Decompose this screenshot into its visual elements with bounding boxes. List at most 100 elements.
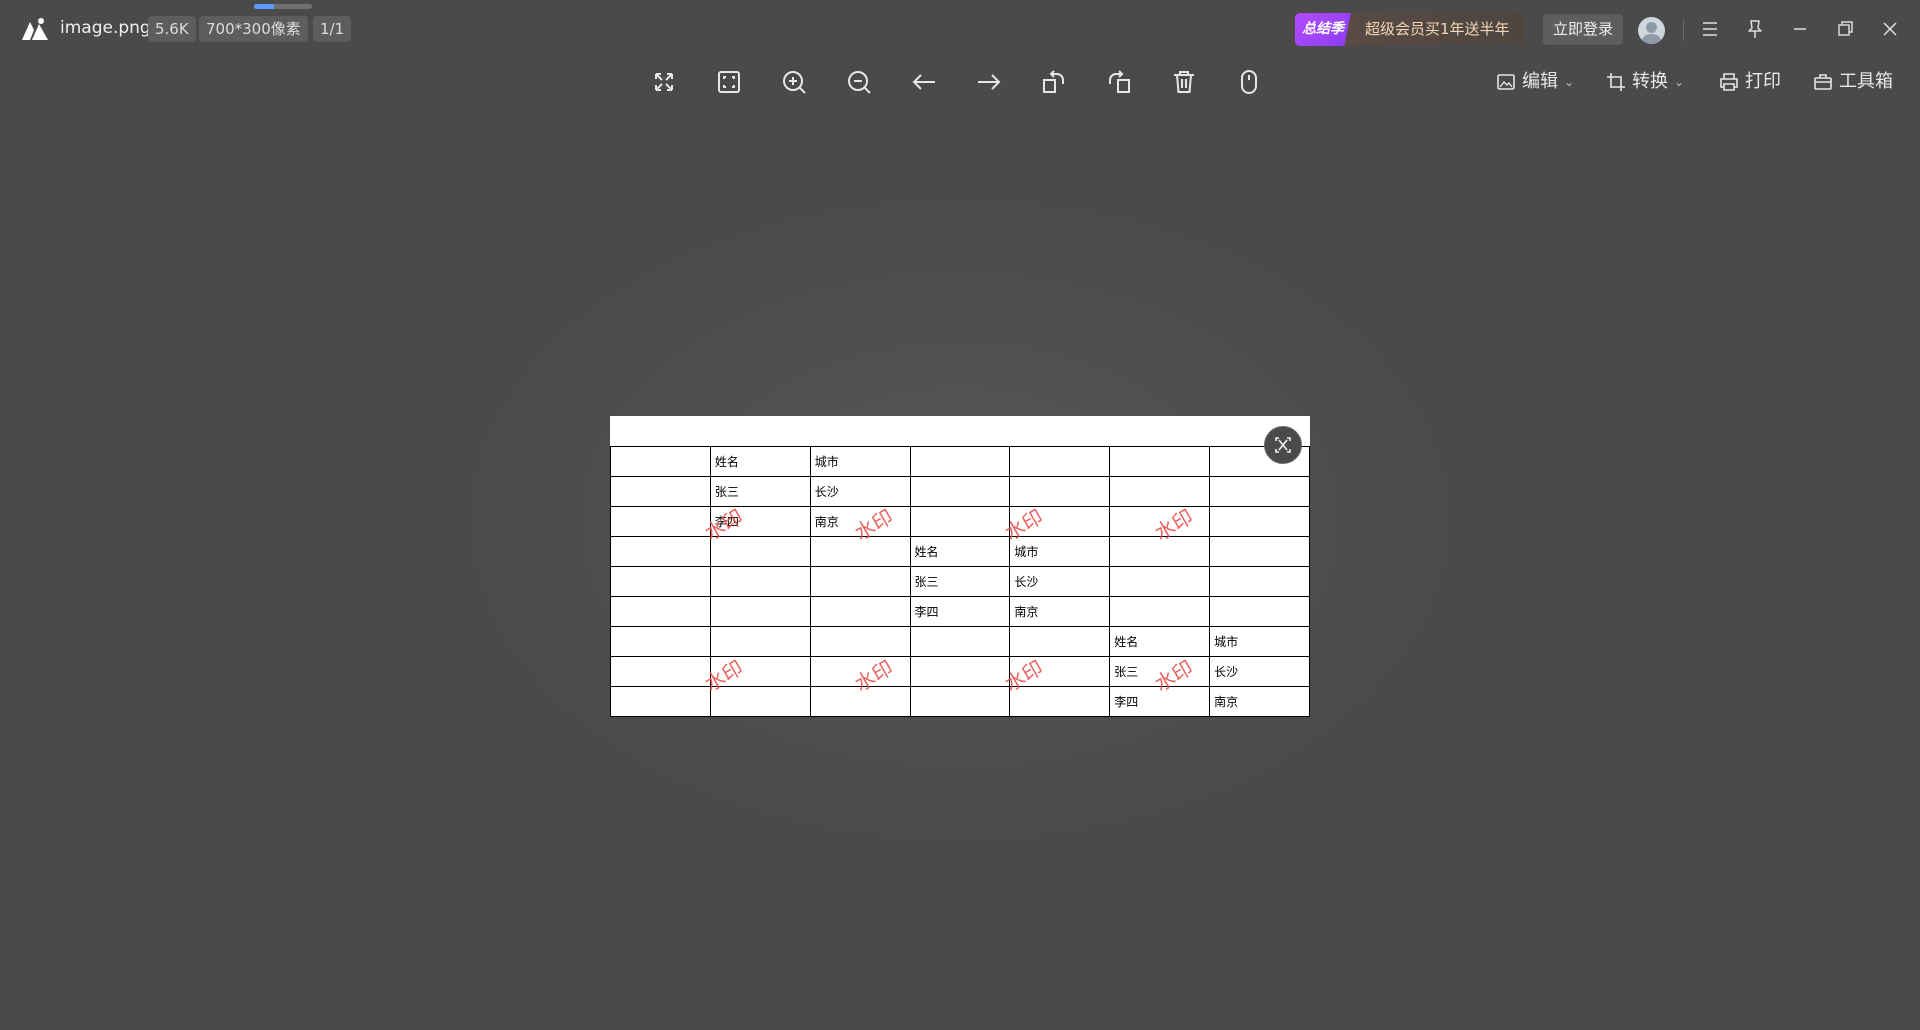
table-cell (1209, 596, 1310, 627)
table-row: 张三 长沙 (610, 476, 1310, 507)
table-cell (809, 686, 911, 717)
table-cell: 李四 (909, 596, 1011, 627)
table-cell: 张三 (909, 566, 1011, 597)
convert-label: 转换 (1632, 71, 1668, 92)
pin-icon[interactable] (1742, 16, 1768, 42)
table-cell: 姓名 (1109, 626, 1211, 657)
actual-size-icon[interactable] (713, 66, 745, 98)
chevron-down-icon: ⌄ (1564, 75, 1575, 89)
minimize-icon[interactable] (1787, 16, 1813, 42)
table-cell (1009, 626, 1111, 657)
table-cell (709, 656, 811, 687)
image-table: 姓名 城市 张三 长沙 李四 南京 姓名 城市 张三 长沙 李四 南京 姓名 城市 张三 长沙 李四 南京 (610, 446, 1310, 717)
zoom-out-icon[interactable] (843, 66, 875, 98)
load-progress-fill (254, 4, 275, 9)
convert-menu[interactable]: 转换 ⌄ (1606, 68, 1684, 96)
toolbox-label: 工具箱 (1839, 71, 1893, 92)
close-icon[interactable] (1877, 16, 1903, 42)
table-cell (610, 476, 711, 507)
zoom-in-icon[interactable] (778, 66, 810, 98)
delete-icon[interactable] (1168, 66, 1200, 98)
table-cell (1109, 536, 1211, 567)
table-cell: 南京 (1009, 596, 1111, 627)
table-row: 张三 长沙 (610, 566, 1310, 597)
fit-window-icon[interactable] (648, 66, 680, 98)
promo-badge: 总结季 (1295, 13, 1351, 46)
ocr-button[interactable] (1264, 426, 1302, 464)
promo-text: 超级会员买1年送半年 (1365, 20, 1510, 38)
table-cell (809, 626, 911, 657)
dimensions-chip: 700*300像素 (199, 16, 308, 42)
table-cell (709, 686, 811, 717)
table-cell (909, 446, 1011, 477)
table-cell (709, 596, 811, 627)
table-row: 李四 南京 (610, 596, 1310, 627)
table-cell (809, 656, 911, 687)
table-cell (809, 596, 911, 627)
table-cell (610, 536, 711, 567)
table-cell (1009, 506, 1111, 537)
table-cell (1009, 476, 1111, 507)
table-cell: 姓名 (709, 446, 811, 477)
menu-icon[interactable] (1697, 16, 1723, 42)
table-cell (1109, 506, 1211, 537)
table-cell (909, 626, 1011, 657)
table-row: 李四 南京 (610, 506, 1310, 537)
table-cell (1109, 476, 1211, 507)
table-cell (610, 596, 711, 627)
table-cell (709, 536, 811, 567)
table-cell: 城市 (1209, 626, 1310, 657)
toolbox-button[interactable]: 工具箱 (1813, 68, 1893, 96)
previous-icon[interactable] (908, 66, 940, 98)
table-cell: 张三 (709, 476, 811, 507)
table-cell (1109, 446, 1211, 477)
displayed-image[interactable]: 姓名 城市 张三 长沙 李四 南京 姓名 城市 张三 长沙 李四 南京 姓名 城市 张三 长沙 李四 南京 水印 … (610, 416, 1310, 717)
restore-icon[interactable] (1832, 16, 1858, 42)
table-cell (809, 566, 911, 597)
table-row: 姓名 城市 (610, 626, 1310, 657)
table-cell (1009, 446, 1111, 477)
file-name: image.png (60, 18, 151, 38)
table-cell (610, 626, 711, 657)
table-cell: 长沙 (1209, 656, 1310, 687)
table-cell (709, 626, 811, 657)
table-cell: 长沙 (809, 476, 911, 507)
mouse-icon[interactable] (1233, 66, 1265, 98)
rotate-right-icon[interactable] (1103, 66, 1135, 98)
table-cell (909, 686, 1011, 717)
rotate-left-icon[interactable] (1038, 66, 1070, 98)
table-row: 姓名 城市 (610, 446, 1310, 477)
print-button[interactable]: 打印 (1719, 68, 1781, 96)
edit-label: 编辑 (1522, 71, 1558, 92)
title-bar: image.png 5.6K 700*300像素 1/1 总结季 超级会员买1年… (0, 0, 1920, 58)
text-recognition-icon (1275, 437, 1291, 453)
login-button[interactable]: 立即登录 (1543, 14, 1623, 45)
table-cell: 长沙 (1009, 566, 1111, 597)
table-cell: 城市 (1009, 536, 1111, 567)
edit-menu[interactable]: 编辑 ⌄ (1496, 68, 1574, 96)
table-cell (610, 446, 711, 477)
table-cell (610, 506, 711, 537)
promo-banner[interactable]: 总结季 超级会员买1年送半年 (1295, 13, 1525, 46)
table-row: 姓名 城市 (610, 536, 1310, 567)
file-size-chip: 5.6K (148, 16, 196, 42)
table-cell (909, 506, 1011, 537)
printer-icon (1720, 73, 1738, 91)
table-cell (909, 656, 1011, 687)
table-cell: 城市 (809, 446, 911, 477)
chevron-down-icon: ⌄ (1674, 75, 1685, 89)
title-divider (1683, 19, 1684, 41)
table-cell: 南京 (809, 506, 911, 537)
table-cell: 姓名 (909, 536, 1011, 567)
table-cell (610, 656, 711, 687)
load-progress-bar (254, 4, 312, 9)
table-cell (809, 536, 911, 567)
table-cell (610, 686, 711, 717)
crop-convert-icon (1607, 73, 1625, 91)
table-cell: 李四 (1109, 686, 1211, 717)
table-cell: 李四 (709, 506, 811, 537)
next-icon[interactable] (973, 66, 1005, 98)
image-edit-icon (1497, 74, 1515, 90)
table-cell (1209, 536, 1310, 567)
avatar[interactable] (1638, 17, 1665, 44)
